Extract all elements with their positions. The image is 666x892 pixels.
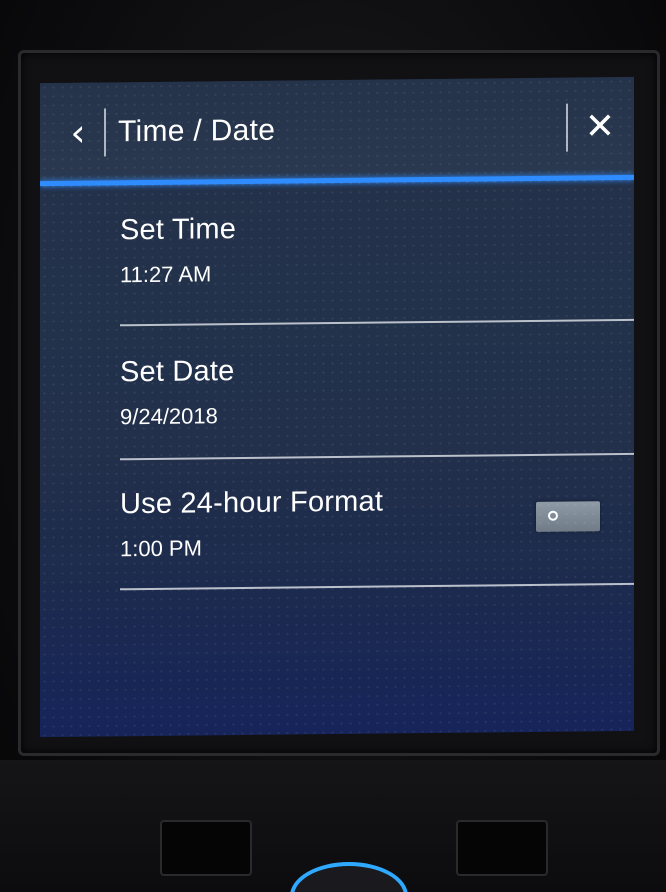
close-icon: ✕ <box>584 106 616 148</box>
row-divider <box>120 318 634 327</box>
header-divider <box>566 103 568 152</box>
toggle-knob-icon <box>548 510 558 521</box>
row-divider <box>120 582 634 591</box>
setting-label: Set Date <box>120 355 235 389</box>
page-title: Time / Date <box>118 113 276 149</box>
setting-value: 1:00 PM <box>120 535 202 562</box>
title-bar: ‹ Time / Date ✕ <box>40 76 634 184</box>
setting-set-time[interactable]: Set Time 11:27 AM <box>120 207 634 290</box>
back-button[interactable]: ‹ <box>58 109 98 157</box>
head-unit-device: ‹ Time / Date ✕ Set Time 11:27 AM Set Da… <box>0 0 666 892</box>
close-button[interactable]: ✕ <box>580 103 620 151</box>
setting-set-date[interactable]: Set Date 9/24/2018 <box>120 349 634 432</box>
row-divider <box>120 452 634 461</box>
24-hour-format-toggle[interactable] <box>536 501 600 532</box>
setting-label: Set Time <box>120 213 237 247</box>
console-slot-left <box>160 820 252 876</box>
setting-value: 11:27 AM <box>120 261 212 288</box>
header-divider <box>104 108 106 157</box>
display-screen: ‹ Time / Date ✕ Set Time 11:27 AM Set Da… <box>40 76 634 738</box>
chevron-left-icon: ‹ <box>70 110 86 155</box>
console-slot-right <box>456 820 548 876</box>
setting-value: 9/24/2018 <box>120 403 218 430</box>
